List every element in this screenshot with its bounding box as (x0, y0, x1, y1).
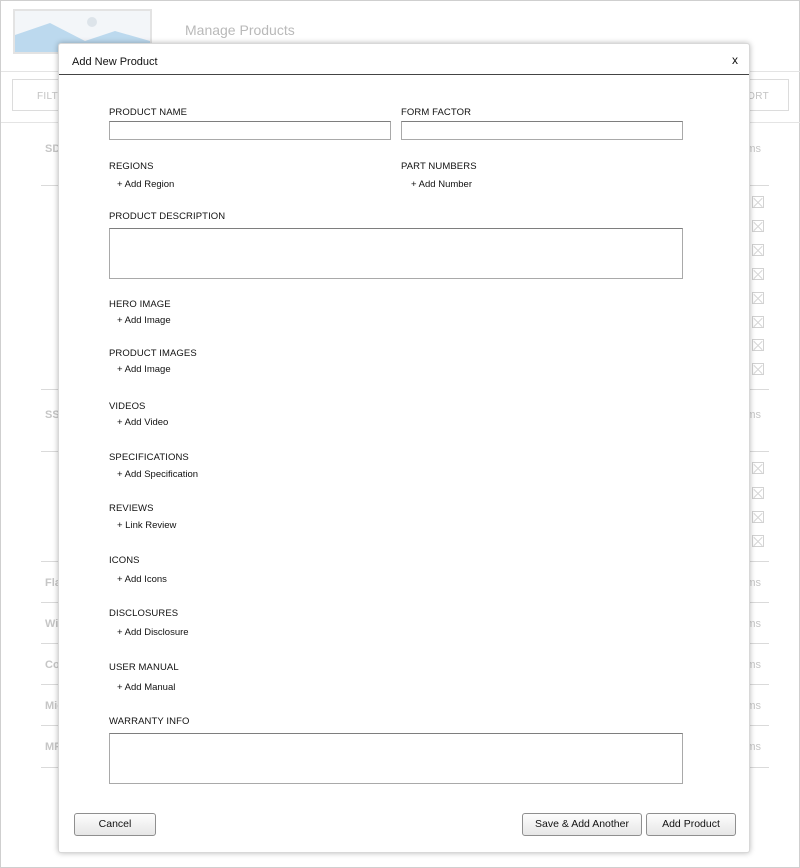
remove-icon[interactable] (752, 363, 764, 375)
close-icon[interactable]: x (732, 53, 738, 67)
icons-label: ICONS (109, 555, 140, 566)
add-disclosure-link[interactable]: + Add Disclosure (117, 627, 189, 638)
product-description-label: PRODUCT DESCRIPTION (109, 211, 226, 222)
add-product-dialog: Add New Product x PRODUCT NAME FORM FACT… (58, 43, 750, 853)
form-factor-input[interactable] (401, 121, 683, 140)
regions-label: REGIONS (109, 161, 154, 172)
remove-icon[interactable] (752, 268, 764, 280)
row-divider (749, 185, 769, 186)
remove-icon[interactable] (752, 220, 764, 232)
remove-icon[interactable] (752, 462, 764, 474)
remove-icon[interactable] (752, 535, 764, 547)
row-divider (749, 725, 769, 726)
dialog-title: Add New Product (72, 56, 158, 68)
page-title: Manage Products (185, 22, 295, 38)
remove-icon[interactable] (752, 316, 764, 328)
dialog-header: Add New Product x (59, 44, 749, 75)
save-and-add-another-button[interactable]: Save & Add Another (522, 813, 642, 836)
row-divider (749, 684, 769, 685)
remove-icon[interactable] (752, 196, 764, 208)
row-divider (749, 602, 769, 603)
warranty-info-textarea[interactable] (109, 733, 683, 784)
warranty-info-label: WARRANTY INFO (109, 716, 190, 727)
row-divider (749, 389, 769, 390)
part-numbers-label: PART NUMBERS (401, 161, 477, 172)
disclosures-label: DISCLOSURES (109, 608, 179, 619)
add-region-link[interactable]: + Add Region (117, 179, 174, 190)
reviews-label: REVIEWS (109, 503, 154, 514)
remove-icon[interactable] (752, 487, 764, 499)
remove-icon[interactable] (752, 292, 764, 304)
row-divider (749, 451, 769, 452)
cancel-button[interactable]: Cancel (74, 813, 156, 836)
product-images-label: PRODUCT IMAGES (109, 348, 197, 359)
remove-icon[interactable] (752, 339, 764, 351)
specifications-label: SPECIFICATIONS (109, 452, 189, 463)
row-divider (749, 643, 769, 644)
add-specification-link[interactable]: + Add Specification (117, 469, 198, 480)
link-review-link[interactable]: + Link Review (117, 520, 176, 531)
category-label: Wi (45, 618, 59, 630)
remove-icon[interactable] (752, 511, 764, 523)
add-number-link[interactable]: + Add Number (411, 179, 472, 190)
product-description-textarea[interactable] (109, 228, 683, 279)
add-product-button[interactable]: Add Product (646, 813, 736, 836)
add-product-image-link[interactable]: + Add Image (117, 364, 171, 375)
product-name-input[interactable] (109, 121, 391, 140)
add-manual-link[interactable]: + Add Manual (117, 682, 175, 693)
add-icons-link[interactable]: + Add Icons (117, 574, 167, 585)
product-name-label: PRODUCT NAME (109, 107, 188, 118)
row-divider (749, 767, 769, 768)
hero-image-label: HERO IMAGE (109, 299, 171, 310)
add-hero-image-link[interactable]: + Add Image (117, 315, 171, 326)
user-manual-label: USER MANUAL (109, 662, 179, 673)
remove-icon[interactable] (752, 244, 764, 256)
videos-label: VIDEOS (109, 401, 146, 412)
row-divider (749, 561, 769, 562)
add-video-link[interactable]: + Add Video (117, 417, 168, 428)
form-factor-label: FORM FACTOR (401, 107, 472, 118)
